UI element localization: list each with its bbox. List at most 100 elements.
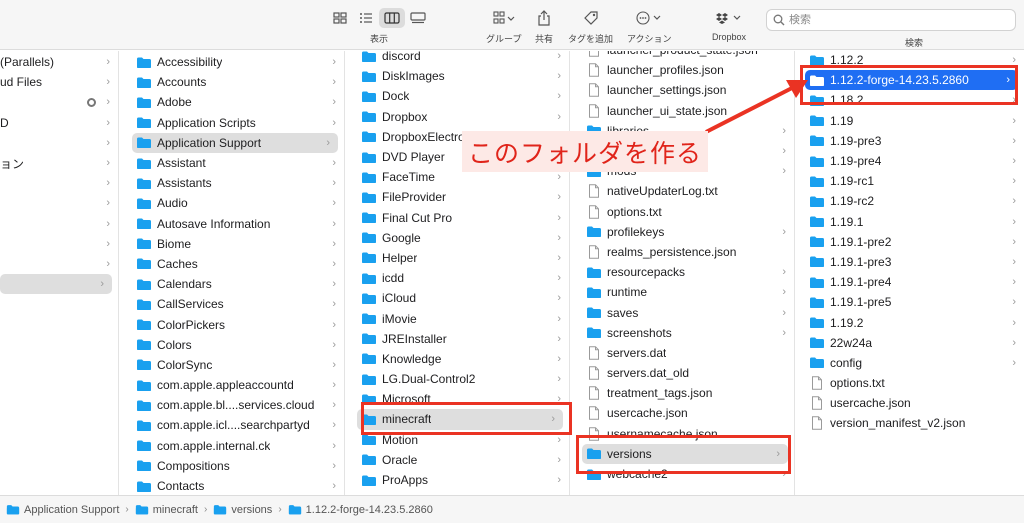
- folder-item[interactable]: 1.19.1-pre2 ›: [801, 232, 1024, 252]
- folder-item[interactable]: webcache2 ›: [578, 464, 794, 484]
- file-item[interactable]: version_manifest_v2.json: [801, 413, 1024, 433]
- folder-item[interactable]: 1.19.1 ›: [801, 212, 1024, 232]
- folder-item[interactable]: 1.12.2-forge-14.23.5.2860 ›: [805, 70, 1018, 91]
- folder-item[interactable]: 1.19-pre3 ›: [801, 131, 1024, 151]
- folder-item[interactable]: 1.19.1-pre5 ›: [801, 292, 1024, 312]
- folder-item[interactable]: Contacts ›: [128, 476, 344, 495]
- folder-item[interactable]: Dropbox ›: [353, 107, 569, 127]
- folder-item[interactable]: Knowledge ›: [353, 349, 569, 369]
- column-versions[interactable]: 1.12.2 › 1.12.2-forge-14.23.5.2860 › 1.18.2 ›…: [801, 51, 1024, 495]
- sidebar-item[interactable]: ›: [0, 254, 118, 274]
- folder-item[interactable]: DiskImages ›: [353, 66, 569, 86]
- column-application-support[interactable]: discord › DiskImages › Dock › Dropbox › DropboxE…: [353, 51, 570, 495]
- column-view-button[interactable]: [379, 8, 405, 28]
- folder-item[interactable]: JREInstaller ›: [353, 329, 569, 349]
- sidebar-item[interactable]: ›: [0, 214, 118, 234]
- file-item[interactable]: usercache.json: [578, 403, 794, 423]
- share-group[interactable]: 共有: [535, 6, 553, 45]
- folder-item[interactable]: Colors ›: [128, 335, 344, 355]
- folder-item[interactable]: Audio ›: [128, 193, 344, 213]
- folder-item[interactable]: 22w24a ›: [801, 333, 1024, 353]
- folder-item[interactable]: config ›: [801, 353, 1024, 373]
- breadcrumb-item[interactable]: versions: [213, 503, 272, 516]
- folder-item[interactable]: Application Scripts ›: [128, 113, 344, 133]
- folder-item[interactable]: icdd ›: [353, 268, 569, 288]
- folder-item[interactable]: Calendars ›: [128, 274, 344, 294]
- folder-item[interactable]: resourcepacks ›: [578, 262, 794, 282]
- eject-icon[interactable]: [87, 97, 96, 107]
- folder-item[interactable]: runtime ›: [578, 282, 794, 302]
- folder-item[interactable]: com.apple.icl....searchpartyd ›: [128, 415, 344, 435]
- breadcrumb-item[interactable]: 1.12.2-forge-14.23.5.2860: [288, 503, 433, 516]
- action-group[interactable]: アクション: [627, 6, 672, 45]
- file-item[interactable]: nativeUpdaterLog.txt: [578, 181, 794, 201]
- folder-item[interactable]: Dock ›: [353, 86, 569, 106]
- folder-item[interactable]: profilekeys ›: [578, 222, 794, 242]
- folder-item[interactable]: Assistants ›: [128, 173, 344, 193]
- folder-item[interactable]: 1.19-rc1 ›: [801, 171, 1024, 191]
- folder-item[interactable]: Compositions ›: [128, 456, 344, 476]
- sidebar-item[interactable]: (Parallels) ›: [0, 52, 118, 72]
- folder-item[interactable]: Accessibility ›: [128, 52, 344, 72]
- file-item[interactable]: usernamecache.json: [578, 424, 794, 444]
- folder-item[interactable]: 1.19.1-pre3 ›: [801, 252, 1024, 272]
- gallery-view-button[interactable]: [405, 8, 431, 28]
- folder-item[interactable]: FileProvider ›: [353, 187, 569, 207]
- sidebar-column[interactable]: (Parallels) › ud Files › › D › › ョン › › › › › › ›: [0, 51, 119, 495]
- tag-group[interactable]: タグを追加: [568, 6, 613, 45]
- breadcrumb-item[interactable]: minecraft: [135, 503, 198, 516]
- sidebar-item[interactable]: ›: [0, 193, 118, 213]
- folder-item[interactable]: 1.19 ›: [801, 111, 1024, 131]
- folder-item[interactable]: com.apple.appleaccountd ›: [128, 375, 344, 395]
- sidebar-item[interactable]: ›: [0, 92, 118, 112]
- folder-item[interactable]: 1.19-rc2 ›: [801, 191, 1024, 211]
- sidebar-item[interactable]: ョン ›: [0, 153, 118, 173]
- folder-item[interactable]: Oracle ›: [353, 450, 569, 470]
- folder-item[interactable]: com.apple.internal.ck ›: [128, 436, 344, 456]
- file-item[interactable]: servers.dat: [578, 343, 794, 363]
- folder-item[interactable]: discord ›: [353, 51, 569, 66]
- folder-item[interactable]: Accounts ›: [128, 72, 344, 92]
- folder-item[interactable]: Caches ›: [128, 254, 344, 274]
- search-box[interactable]: [766, 9, 1016, 31]
- list-view-button[interactable]: [353, 8, 379, 28]
- folder-item[interactable]: Google ›: [353, 228, 569, 248]
- folder-item[interactable]: ProApps ›: [353, 470, 569, 490]
- dropbox-group[interactable]: Dropbox: [712, 6, 746, 42]
- sidebar-item[interactable]: ›: [0, 173, 118, 193]
- sidebar-item[interactable]: ›: [0, 234, 118, 254]
- breadcrumb-item[interactable]: Application Support: [6, 503, 119, 516]
- folder-item[interactable]: Biome ›: [128, 234, 344, 254]
- folder-item[interactable]: screenshots ›: [578, 323, 794, 343]
- file-item[interactable]: usercache.json: [801, 393, 1024, 413]
- sidebar-item[interactable]: ›: [0, 274, 112, 295]
- folder-item[interactable]: ColorSync ›: [128, 355, 344, 375]
- folder-item[interactable]: 1.12.2 ›: [801, 51, 1024, 70]
- folder-item[interactable]: Adobe ›: [128, 92, 344, 112]
- file-item[interactable]: realms_persistence.json: [578, 242, 794, 262]
- sidebar-item[interactable]: D ›: [0, 113, 118, 133]
- folder-item[interactable]: com.apple.bl....services.cloud ›: [128, 395, 344, 415]
- file-item[interactable]: options.txt: [578, 202, 794, 222]
- folder-item[interactable]: iCloud ›: [353, 288, 569, 308]
- icon-view-button[interactable]: [327, 8, 353, 28]
- folder-item[interactable]: 1.19.2 ›: [801, 312, 1024, 332]
- folder-item[interactable]: ColorPickers ›: [128, 314, 344, 334]
- folder-item[interactable]: 1.19-pre4 ›: [801, 151, 1024, 171]
- folder-item[interactable]: 1.19.1-pre4 ›: [801, 272, 1024, 292]
- file-item[interactable]: servers.dat_old: [578, 363, 794, 383]
- column-library[interactable]: Accessibility › Accounts › Adobe › Application…: [128, 51, 345, 495]
- folder-item[interactable]: saves ›: [578, 302, 794, 322]
- sidebar-item[interactable]: ›: [0, 133, 118, 153]
- folder-item[interactable]: Motion ›: [353, 430, 569, 450]
- folder-item[interactable]: versions ›: [582, 443, 788, 464]
- sidebar-item[interactable]: ud Files ›: [0, 72, 118, 92]
- file-item[interactable]: treatment_tags.json: [578, 383, 794, 403]
- file-item[interactable]: options.txt: [801, 373, 1024, 393]
- folder-item[interactable]: Final Cut Pro ›: [353, 208, 569, 228]
- search-input[interactable]: [789, 14, 999, 26]
- folder-item[interactable]: LG.Dual-Control2 ›: [353, 369, 569, 389]
- file-item[interactable]: launcher_product_state.json: [578, 51, 794, 60]
- folder-item[interactable]: Helper ›: [353, 248, 569, 268]
- folder-item[interactable]: minecraft ›: [357, 409, 563, 430]
